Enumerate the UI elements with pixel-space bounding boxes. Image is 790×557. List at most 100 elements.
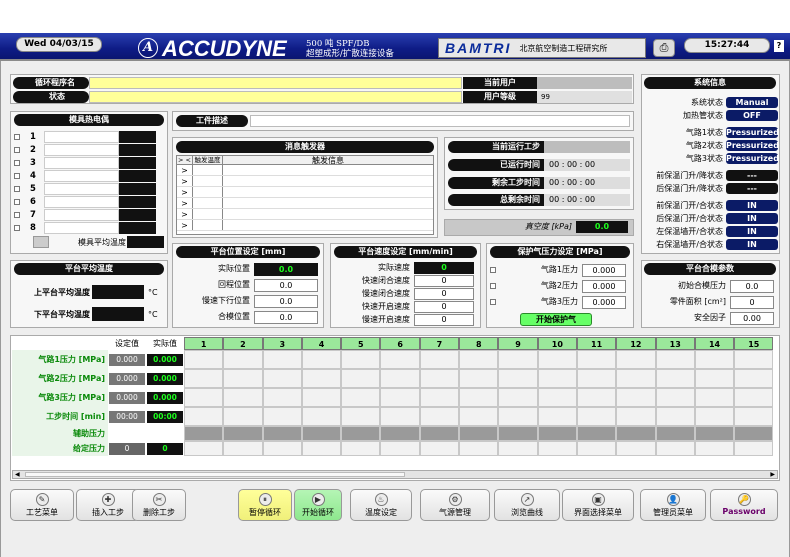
grid-cell[interactable] bbox=[734, 407, 774, 426]
grid-cell[interactable] bbox=[380, 441, 420, 456]
protect-row-value[interactable]: 0.000 bbox=[582, 279, 626, 293]
grid-set-value[interactable]: 0.000 bbox=[109, 372, 145, 385]
speed-row-value[interactable]: 0 bbox=[414, 313, 474, 326]
grid-cell[interactable] bbox=[498, 388, 538, 407]
grid-cell[interactable] bbox=[419, 350, 460, 369]
grid-cell[interactable] bbox=[459, 388, 499, 407]
thermo-checkbox[interactable] bbox=[14, 172, 20, 179]
grid-cell[interactable] bbox=[301, 407, 342, 426]
thermo-checkbox[interactable] bbox=[14, 224, 20, 231]
grid-cell[interactable] bbox=[262, 407, 302, 426]
grid-cell[interactable] bbox=[537, 388, 577, 407]
grid-cell[interactable] bbox=[498, 441, 538, 456]
temp-setting-button[interactable]: ♨ 温度设定 bbox=[350, 489, 412, 521]
start-cycle-button[interactable]: ▶ 开始循环 bbox=[294, 489, 342, 521]
grid-cell[interactable] bbox=[380, 388, 420, 407]
grid-cell[interactable] bbox=[262, 388, 302, 407]
view-curve-button[interactable]: ↗ 浏览曲线 bbox=[494, 489, 560, 521]
messages-row[interactable]: > bbox=[177, 220, 433, 231]
help-button[interactable]: ? bbox=[774, 40, 784, 52]
thermo-checkbox[interactable] bbox=[14, 185, 20, 192]
protect-checkbox[interactable] bbox=[490, 283, 496, 289]
grid-cell[interactable] bbox=[301, 369, 342, 388]
work-input[interactable] bbox=[250, 115, 630, 127]
grid-cell[interactable] bbox=[419, 388, 460, 407]
grid-cell[interactable] bbox=[184, 407, 224, 426]
grid-cell[interactable] bbox=[537, 407, 577, 426]
messages-row[interactable]: > bbox=[177, 165, 433, 176]
grid-cell[interactable] bbox=[498, 407, 538, 426]
grid-cell[interactable] bbox=[341, 350, 381, 369]
grid-cell[interactable] bbox=[576, 407, 617, 426]
clamp-row-value[interactable]: 0.00 bbox=[730, 311, 774, 325]
grid-cell[interactable] bbox=[223, 407, 263, 426]
grid-cell[interactable] bbox=[184, 441, 224, 456]
grid-cell[interactable] bbox=[380, 426, 420, 441]
grid-cell[interactable] bbox=[341, 369, 381, 388]
grid-cell[interactable] bbox=[734, 350, 774, 369]
grid-cell[interactable] bbox=[694, 388, 735, 407]
grid-set-value[interactable]: 0.000 bbox=[109, 391, 145, 404]
scroll-left-icon[interactable]: ◀ bbox=[15, 471, 20, 478]
protect-row-value[interactable]: 0.000 bbox=[582, 263, 626, 277]
cycle-program-input[interactable] bbox=[89, 77, 462, 89]
grid-cell[interactable] bbox=[498, 369, 538, 388]
grid-cell[interactable] bbox=[655, 350, 695, 369]
scroll-thumb[interactable] bbox=[25, 472, 405, 477]
speed-row-value[interactable]: 0 bbox=[414, 300, 474, 313]
grid-cell[interactable] bbox=[341, 388, 381, 407]
grid-cell[interactable] bbox=[694, 407, 735, 426]
protect-row-value[interactable]: 0.000 bbox=[582, 295, 626, 309]
grid-cell[interactable] bbox=[262, 350, 302, 369]
password-button[interactable]: 🔑 Password bbox=[710, 489, 778, 521]
grid-cell[interactable] bbox=[459, 369, 499, 388]
messages-row[interactable]: > bbox=[177, 209, 433, 220]
screen-select-menu-button[interactable]: ▣ 界面选择菜单 bbox=[562, 489, 634, 521]
grid-cell[interactable] bbox=[301, 350, 342, 369]
grid-cell[interactable] bbox=[223, 426, 263, 441]
grid-cell[interactable] bbox=[734, 388, 774, 407]
scroll-right-icon[interactable]: ▶ bbox=[770, 471, 775, 478]
printer-icon[interactable]: ⎙ bbox=[653, 39, 675, 57]
pause-cycle-button[interactable]: ⏸ 暂停循环 bbox=[238, 489, 292, 521]
grid-cell[interactable] bbox=[419, 369, 460, 388]
grid-cell[interactable] bbox=[341, 441, 381, 456]
grid-cell[interactable] bbox=[616, 426, 656, 441]
grid-cell[interactable] bbox=[655, 426, 695, 441]
grid-cell[interactable] bbox=[301, 441, 342, 456]
grid-cell[interactable] bbox=[380, 407, 420, 426]
grid-cell[interactable] bbox=[694, 350, 735, 369]
grid-cell[interactable] bbox=[537, 350, 577, 369]
grid-cell[interactable] bbox=[576, 441, 617, 456]
grid-cell[interactable] bbox=[223, 441, 263, 456]
grid-cell[interactable] bbox=[262, 369, 302, 388]
delete-step-button[interactable]: ✂ 删除工步 bbox=[132, 489, 186, 521]
grid-cell[interactable] bbox=[655, 388, 695, 407]
grid-cell[interactable] bbox=[576, 426, 617, 441]
grid-set-value[interactable]: 0 bbox=[109, 442, 145, 455]
grid-cell[interactable] bbox=[734, 369, 774, 388]
grid-cell[interactable] bbox=[380, 369, 420, 388]
thermo-checkbox[interactable] bbox=[14, 133, 20, 140]
grid-cell[interactable] bbox=[262, 441, 302, 456]
speed-row-value[interactable]: 0 bbox=[414, 287, 474, 300]
grid-cell[interactable] bbox=[734, 441, 774, 456]
grid-cell[interactable] bbox=[616, 369, 656, 388]
grid-scrollbar[interactable]: ◀ ▶ bbox=[12, 470, 778, 479]
position-row-value[interactable]: 0.0 bbox=[254, 294, 318, 308]
grid-cell[interactable] bbox=[655, 369, 695, 388]
insert-step-button[interactable]: ✚ 插入工步 bbox=[76, 489, 140, 521]
grid-cell[interactable] bbox=[616, 441, 656, 456]
grid-cell[interactable] bbox=[301, 426, 342, 441]
thermo-checkbox[interactable] bbox=[14, 146, 20, 153]
grid-cell[interactable] bbox=[184, 388, 224, 407]
messages-row[interactable]: > bbox=[177, 176, 433, 187]
grid-set-value[interactable]: 0.000 bbox=[109, 353, 145, 366]
grid-cell[interactable] bbox=[576, 369, 617, 388]
process-menu-button[interactable]: ✎ 工艺菜单 bbox=[10, 489, 74, 521]
grid-cell[interactable] bbox=[419, 407, 460, 426]
grid-cell[interactable] bbox=[498, 426, 538, 441]
thermo-checkbox[interactable] bbox=[14, 159, 20, 166]
grid-cell[interactable] bbox=[380, 350, 420, 369]
grid-cell[interactable] bbox=[694, 426, 735, 441]
